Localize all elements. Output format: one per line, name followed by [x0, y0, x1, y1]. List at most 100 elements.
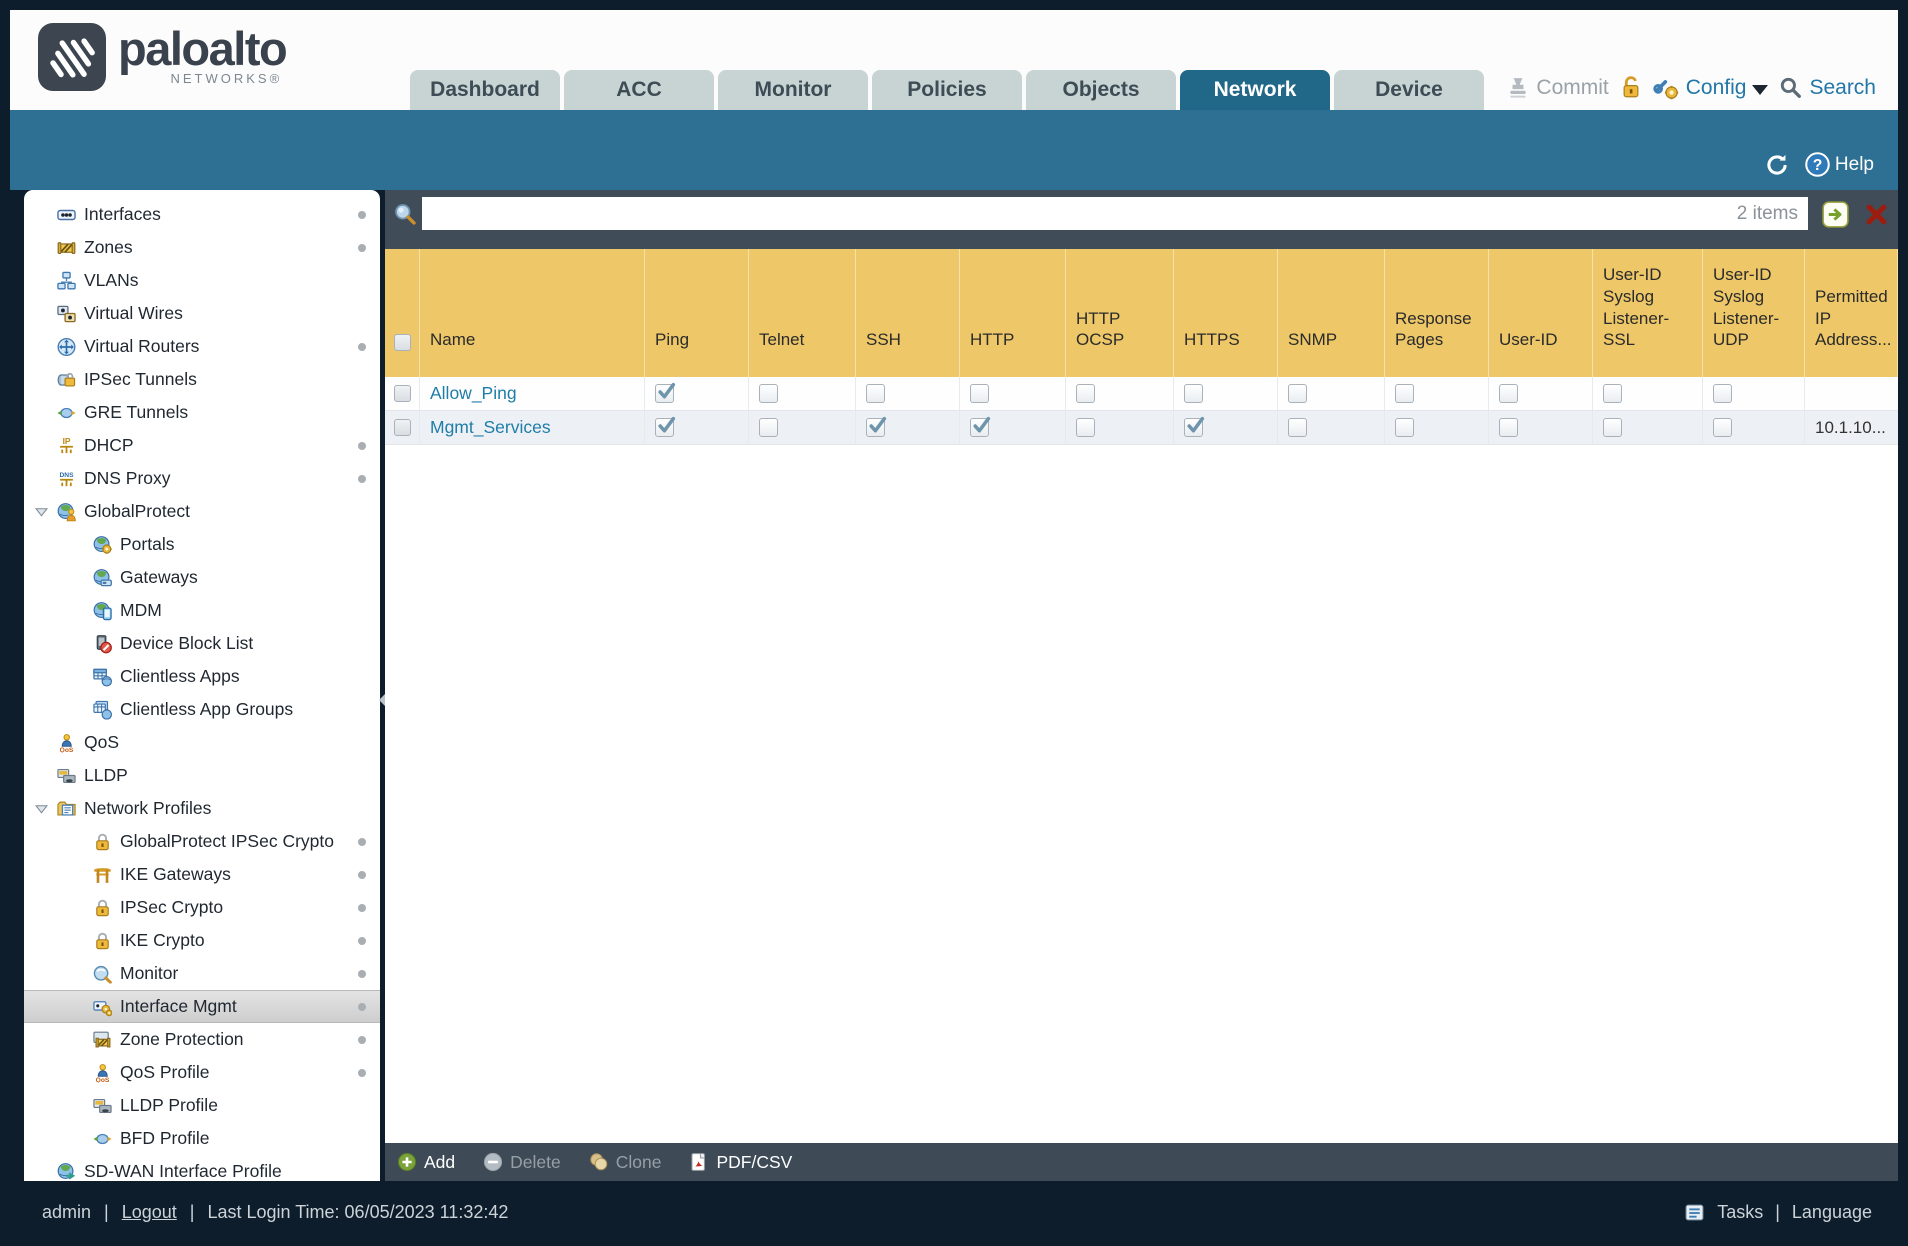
service-checkbox-user-id[interactable] [1499, 418, 1518, 437]
sidebar-item-clientless-app-groups[interactable]: Clientless App Groups [24, 693, 380, 726]
tab-monitor[interactable]: Monitor [718, 70, 868, 110]
help-button[interactable]: ? Help [1804, 151, 1874, 178]
column-header-user-id-syslog-listener-udp[interactable]: User-ID Syslog Listener-UDP [1703, 249, 1805, 377]
toolbar-pdf-csv-button[interactable]: PDF/CSV [689, 1152, 792, 1173]
sidebar-item-gateways[interactable]: Gateways [24, 561, 380, 594]
tab-objects[interactable]: Objects [1026, 70, 1176, 110]
header-checkbox-cell [385, 249, 420, 377]
sidebar-item-monitor[interactable]: Monitor [24, 957, 380, 990]
toolbar-clone-button[interactable]: Clone [589, 1152, 661, 1173]
sidebar-item-ipsec-tunnels[interactable]: IPSec Tunnels [24, 363, 380, 396]
service-cell-https [1174, 377, 1278, 410]
refresh-icon[interactable] [1764, 152, 1790, 178]
row-name-link[interactable]: Allow_Ping [430, 383, 517, 404]
service-checkbox-http[interactable] [970, 416, 991, 437]
service-checkbox-user-id[interactable] [1499, 384, 1518, 403]
tab-device[interactable]: Device [1334, 70, 1484, 110]
sidebar-item-ike-gateways[interactable]: IKE Gateways [24, 858, 380, 891]
sidebar-item-portals[interactable]: Portals [24, 528, 380, 561]
sidebar-item-gre-tunnels[interactable]: GRE Tunnels [24, 396, 380, 429]
table-row[interactable]: Allow_Ping [385, 377, 1898, 411]
sidebar-item-zone-protection[interactable]: Zone Protection [24, 1023, 380, 1056]
column-header-name[interactable]: Name [420, 249, 645, 377]
sidebar-item-dhcp[interactable]: IP DHCP [24, 429, 380, 462]
row-name-link[interactable]: Mgmt_Services [430, 417, 551, 438]
sidebar-item-dns-proxy[interactable]: DNS DNS Proxy [24, 462, 380, 495]
apply-filter-button[interactable] [1822, 201, 1849, 228]
lock-icon[interactable] [1618, 75, 1644, 101]
column-header-snmp[interactable]: SNMP [1278, 249, 1385, 377]
service-checkbox-ping[interactable] [655, 382, 676, 403]
sidebar-item-globalprotect-ipsec-crypto[interactable]: GlobalProtect IPSec Crypto [24, 825, 380, 858]
service-checkbox-response-pages[interactable] [1395, 384, 1414, 403]
filter-input[interactable] [422, 197, 1737, 230]
service-checkbox-http-ocsp[interactable] [1076, 418, 1095, 437]
service-checkbox-http-ocsp[interactable] [1076, 384, 1095, 403]
column-header-ssh[interactable]: SSH [856, 249, 960, 377]
sidebar-item-zones[interactable]: Zones [24, 231, 380, 264]
sidebar-item-sd-wan-interface-profile[interactable]: SD-WAN Interface Profile [24, 1155, 380, 1181]
service-checkbox-user-id-syslog-listener-ssl[interactable] [1603, 384, 1622, 403]
sidebar-item-lldp[interactable]: LLDP [24, 759, 380, 792]
sidebar-item-mdm[interactable]: MDM [24, 594, 380, 627]
row-select-checkbox[interactable] [393, 419, 411, 436]
table-row[interactable]: Mgmt_Services 10.1.10... [385, 411, 1898, 445]
column-header-response-pages[interactable]: Response Pages [1385, 249, 1489, 377]
sidebar-item-vlans[interactable]: VLANs [24, 264, 380, 297]
service-checkbox-ssh[interactable] [866, 416, 887, 437]
select-all-checkbox[interactable] [393, 334, 411, 351]
column-header-user-id[interactable]: User-ID [1489, 249, 1593, 377]
sidebar-item-lldp-profile[interactable]: LLDP Profile [24, 1089, 380, 1122]
column-header-http[interactable]: HTTP [960, 249, 1066, 377]
service-checkbox-user-id-syslog-listener-udp[interactable] [1713, 418, 1732, 437]
sidebar-item-network-profiles[interactable]: Network Profiles [24, 792, 380, 825]
commit-button[interactable]: Commit [1506, 76, 1609, 100]
footer-left: admin | Logout | Last Login Time: 06/05/… [10, 1202, 508, 1223]
logout-link[interactable]: Logout [122, 1202, 177, 1223]
sidebar-item-qos-profile[interactable]: QoS QoS Profile [24, 1056, 380, 1089]
column-header-user-id-syslog-listener-ssl[interactable]: User-ID Syslog Listener-SSL [1593, 249, 1703, 377]
tab-policies[interactable]: Policies [872, 70, 1022, 110]
table-body: Allow_Ping Mgmt_Services 10.1.10... [385, 377, 1898, 445]
column-header-http-ocsp[interactable]: HTTP OCSP [1066, 249, 1174, 377]
column-header-https[interactable]: HTTPS [1174, 249, 1278, 377]
service-checkbox-telnet[interactable] [759, 384, 778, 403]
global-search[interactable]: Search [1779, 76, 1876, 100]
sidebar-item-interfaces[interactable]: Interfaces [24, 198, 380, 231]
toolbar-delete-button[interactable]: Delete [483, 1152, 561, 1173]
service-checkbox-snmp[interactable] [1288, 384, 1307, 403]
sidebar-item-virtual-routers[interactable]: Virtual Routers [24, 330, 380, 363]
service-checkbox-ssh[interactable] [866, 384, 885, 403]
sidebar-item-ipsec-crypto[interactable]: IPSec Crypto [24, 891, 380, 924]
sidebar-item-bfd-profile[interactable]: BFD Profile [24, 1122, 380, 1155]
toolbar-add-button[interactable]: Add [397, 1152, 455, 1173]
sidebar-item-virtual-wires[interactable]: Virtual Wires [24, 297, 380, 330]
service-checkbox-http[interactable] [970, 384, 989, 403]
sidebar-item-device-block-list[interactable]: Device Block List [24, 627, 380, 660]
sidebar-item-qos[interactable]: QoS QoS [24, 726, 380, 759]
tab-dashboard[interactable]: Dashboard [410, 70, 560, 110]
tasks-link[interactable]: Tasks [1717, 1202, 1763, 1223]
service-checkbox-https[interactable] [1184, 384, 1203, 403]
language-link[interactable]: Language [1792, 1202, 1872, 1223]
clear-filter-button[interactable] [1863, 201, 1890, 228]
config-menu[interactable]: Config [1653, 74, 1771, 101]
sidebar-item-clientless-apps[interactable]: Clientless Apps [24, 660, 380, 693]
sub-header-band: ? Help [10, 110, 1898, 190]
tab-network[interactable]: Network [1180, 70, 1330, 110]
column-header-telnet[interactable]: Telnet [749, 249, 856, 377]
service-checkbox-snmp[interactable] [1288, 418, 1307, 437]
service-checkbox-user-id-syslog-listener-ssl[interactable] [1603, 418, 1622, 437]
service-checkbox-ping[interactable] [655, 416, 676, 437]
service-checkbox-https[interactable] [1184, 416, 1205, 437]
service-checkbox-user-id-syslog-listener-udp[interactable] [1713, 384, 1732, 403]
service-checkbox-response-pages[interactable] [1395, 418, 1414, 437]
service-checkbox-telnet[interactable] [759, 418, 778, 437]
sidebar-item-globalprotect[interactable]: GlobalProtect [24, 495, 380, 528]
tab-acc[interactable]: ACC [564, 70, 714, 110]
sidebar-item-interface-mgmt[interactable]: Interface Mgmt [24, 990, 380, 1023]
column-header-ping[interactable]: Ping [645, 249, 749, 377]
column-header-permitted-ip-address[interactable]: Permitted IP Address... [1805, 249, 1898, 377]
row-select-checkbox[interactable] [393, 385, 411, 402]
sidebar-item-ike-crypto[interactable]: IKE Crypto [24, 924, 380, 957]
